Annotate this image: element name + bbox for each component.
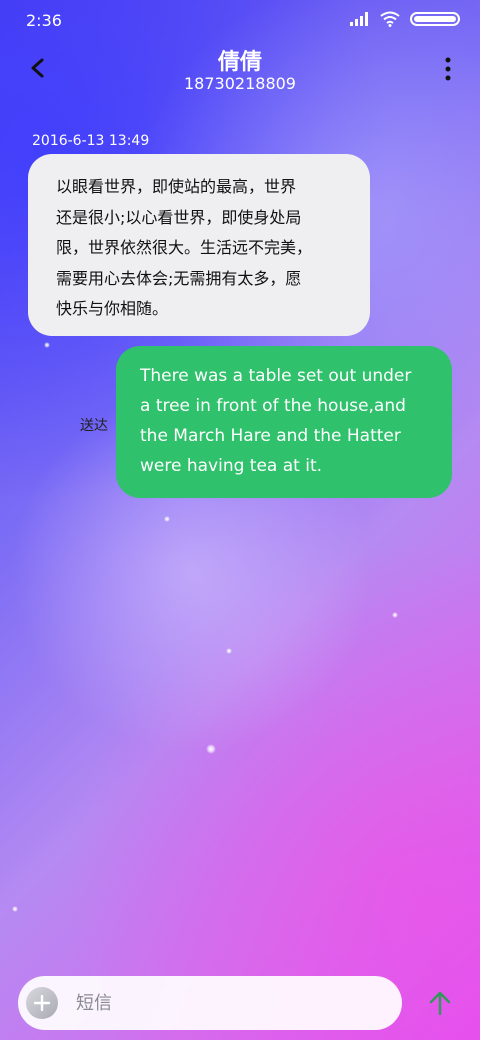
more-vertical-icon[interactable] <box>444 56 452 82</box>
star-decoration <box>226 648 232 654</box>
plus-icon <box>34 995 50 1011</box>
message-line: There was a table set out under <box>140 366 412 386</box>
star-decoration <box>164 516 170 522</box>
message-composer <box>18 976 402 1030</box>
message-line: 限，世界依然很大。生活远不完美， <box>56 238 313 257</box>
status-time: 2:36 <box>26 11 62 30</box>
battery-level <box>414 16 456 22</box>
delivery-status: 送达 <box>80 418 108 434</box>
star-decoration <box>392 612 398 618</box>
star-decoration <box>12 906 18 912</box>
message-line: 需要用心去体会;无需拥有太多，愿 <box>56 268 302 288</box>
star-decoration <box>44 342 50 348</box>
contact-phone: 18730218809 <box>184 74 296 93</box>
message-line: 还是很小;以心看世界，即使身处局 <box>56 207 302 227</box>
signal-icon <box>350 12 368 26</box>
message-line: 快乐与你相随。 <box>56 299 169 318</box>
wifi-icon <box>380 11 400 27</box>
message-line: a tree in front of the house,and <box>140 396 406 416</box>
conversation-header: 倩倩 18730218809 <box>0 40 480 104</box>
send-arrow-icon[interactable] <box>426 989 454 1017</box>
status-icons <box>350 11 460 27</box>
status-bar: 2:36 <box>0 0 480 40</box>
message-timestamp: 2016-6-13 13:49 <box>32 133 150 149</box>
contact-name: 倩倩 <box>217 50 262 75</box>
battery-icon <box>410 12 460 26</box>
star-decoration <box>206 744 216 754</box>
add-attachment-button[interactable] <box>26 987 58 1019</box>
message-line: 以眼看世界，即使站的最高，世界 <box>56 177 297 196</box>
incoming-message-bubble[interactable]: 以眼看世界，即使站的最高，世界 还是很小;以心看世界，即使身处局 限，世界依然很… <box>28 154 370 336</box>
message-line: the March Hare and the Hatter <box>140 426 401 446</box>
message-input[interactable] <box>76 990 376 1016</box>
outgoing-message-bubble[interactable]: There was a table set out under a tree i… <box>116 346 452 498</box>
message-line: were having tea at it. <box>140 456 323 476</box>
